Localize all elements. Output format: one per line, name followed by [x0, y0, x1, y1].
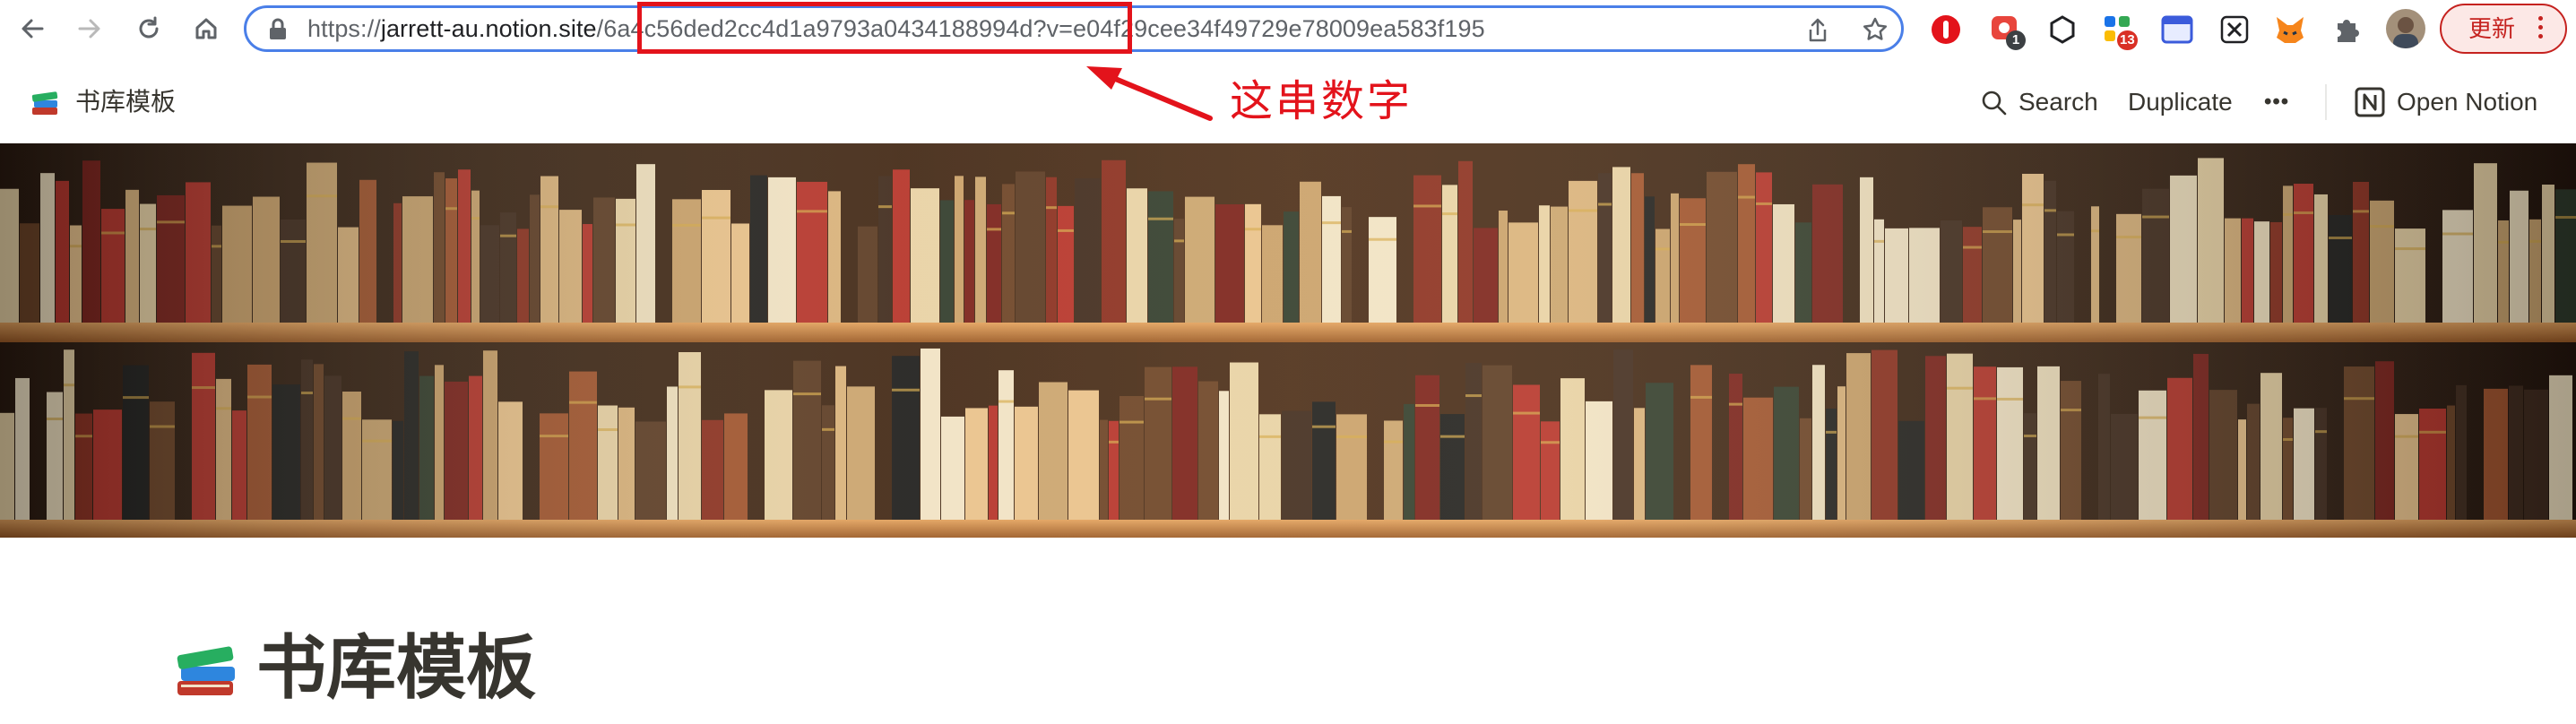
metamask-fox-icon[interactable]	[2273, 13, 2307, 47]
star-icon[interactable]	[1862, 16, 1889, 47]
adblock-extension-icon[interactable]	[1929, 13, 1963, 47]
search-button[interactable]: Search	[2018, 59, 2098, 145]
update-button-label: 更新	[2468, 15, 2516, 42]
browser-toolbar: https://jarrett-au.notion.site/6a4c56ded…	[0, 0, 2576, 60]
update-button[interactable]: 更新	[2440, 4, 2567, 54]
url-host: jarrett-au.notion.site	[380, 15, 597, 42]
search-icon[interactable]	[1981, 90, 2008, 121]
more-options-button[interactable]: •••	[2264, 59, 2289, 145]
open-notion-button[interactable]: Open Notion	[2397, 59, 2537, 145]
breadcrumb-page-title[interactable]: 书库模板	[75, 59, 176, 145]
books-icon	[29, 86, 61, 123]
profile-avatar[interactable]	[2386, 9, 2425, 48]
extension-badge: 1	[2006, 30, 2026, 50]
back-arrow-icon[interactable]	[13, 9, 52, 48]
extension-badge: 13	[2117, 30, 2138, 50]
sidebar-extension-icon[interactable]	[2160, 13, 2194, 47]
home-icon[interactable]	[186, 9, 226, 48]
header-divider	[2325, 84, 2327, 120]
x-extension-icon[interactable]	[2217, 13, 2252, 47]
lock-icon[interactable]	[268, 18, 288, 46]
recorder-extension-icon[interactable]: 1	[1988, 13, 2026, 50]
extensions-puzzle-icon[interactable]	[2330, 13, 2364, 47]
duplicate-button[interactable]: Duplicate	[2128, 59, 2233, 145]
annotation-arrow	[1086, 66, 1213, 121]
openai-extension-icon[interactable]	[2045, 13, 2079, 47]
cover-image	[0, 143, 2576, 538]
page-title: 书库模板	[256, 628, 537, 707]
bookshelf-illustration	[0, 143, 2576, 538]
grid-extension-icon[interactable]: 13	[2101, 13, 2138, 50]
share-icon[interactable]	[1806, 17, 1829, 48]
notion-logo-icon[interactable]	[2354, 86, 2386, 123]
url-prefix: https://	[307, 15, 381, 42]
url-highlight-box	[637, 2, 1132, 54]
more-vert-icon[interactable]	[2538, 16, 2544, 43]
forward-arrow-icon[interactable]	[70, 9, 109, 48]
reload-icon[interactable]	[129, 9, 169, 48]
annotation-label: 这串数字	[1230, 78, 1413, 125]
books-icon[interactable]	[170, 633, 242, 704]
